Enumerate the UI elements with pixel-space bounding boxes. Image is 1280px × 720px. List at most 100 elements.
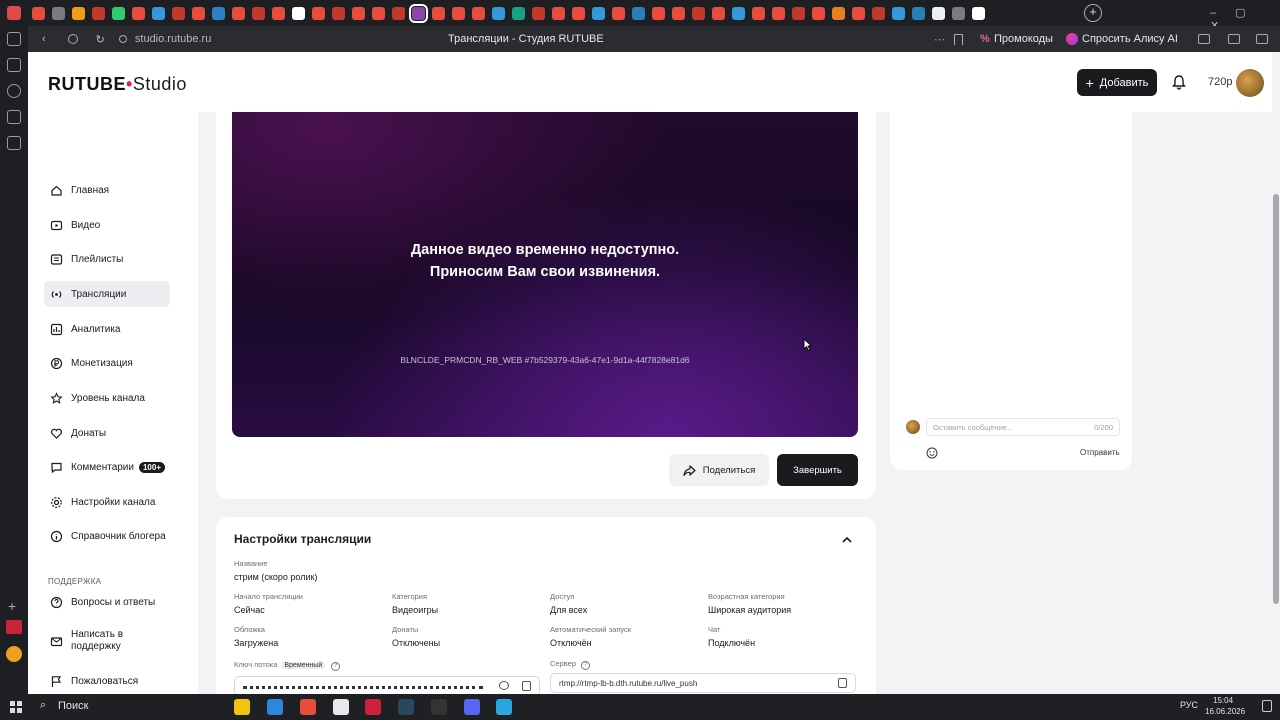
browser-tab-favicon[interactable] bbox=[951, 6, 965, 20]
browser-tab-favicon[interactable] bbox=[408, 3, 428, 23]
server-field[interactable]: rtmp://rtmp-lb-b.dth.rutube.ru/live_push bbox=[550, 673, 856, 693]
telegram-icon[interactable] bbox=[496, 699, 512, 715]
extensions-icon[interactable] bbox=[1198, 34, 1210, 44]
notifications-icon[interactable] bbox=[1262, 700, 1272, 712]
more-icon[interactable]: ⋯ bbox=[934, 33, 945, 46]
sidebar-item-2[interactable]: Видео bbox=[44, 212, 170, 238]
file-explorer-icon[interactable] bbox=[234, 699, 250, 715]
browser-tab-favicon[interactable] bbox=[431, 6, 445, 20]
sidebar-item-11[interactable]: Справочник блогера bbox=[44, 523, 170, 549]
browser-tab-favicon[interactable] bbox=[551, 6, 565, 20]
sidebar-item-10[interactable]: Настройки канала bbox=[44, 489, 170, 515]
browser-tab-favicon[interactable] bbox=[611, 6, 625, 20]
rail-music-icon[interactable] bbox=[7, 84, 21, 98]
browser-tab-favicon[interactable] bbox=[311, 6, 325, 20]
browser-tab-favicon[interactable] bbox=[331, 6, 345, 20]
downloads-icon[interactable] bbox=[1256, 34, 1268, 44]
sidebar-item-9[interactable]: Комментарии 100+ bbox=[44, 454, 170, 480]
site-info-icon[interactable] bbox=[118, 35, 127, 43]
sidebar-item-4[interactable]: Трансляции bbox=[44, 281, 170, 307]
window-controls[interactable]: – ▢ ✕ bbox=[1210, 6, 1270, 32]
support-item-1[interactable]: Вопросы и ответы bbox=[44, 589, 170, 615]
browser-tab-favicon[interactable] bbox=[371, 6, 385, 20]
rail-home-icon[interactable] bbox=[7, 32, 21, 46]
sidebar-item-5[interactable]: Аналитика bbox=[44, 316, 170, 342]
help-icon[interactable]: ? bbox=[331, 662, 341, 671]
browser-tab-favicon[interactable] bbox=[911, 6, 925, 20]
browser-tab-favicon[interactable] bbox=[471, 6, 485, 20]
promo-button[interactable]: Промокоды bbox=[994, 33, 1053, 45]
rail-add-icon[interactable]: + bbox=[8, 598, 16, 614]
browser-tab-favicon[interactable] bbox=[211, 6, 225, 20]
browser-tab-favicon[interactable] bbox=[971, 6, 985, 20]
bell-icon[interactable] bbox=[1171, 74, 1187, 90]
app-icon[interactable] bbox=[365, 699, 381, 715]
browser-tab-favicon[interactable] bbox=[191, 6, 205, 20]
rail-bookmarks-icon[interactable] bbox=[7, 58, 21, 72]
browser-tab-favicon[interactable] bbox=[531, 6, 545, 20]
copy-icon[interactable] bbox=[522, 681, 531, 691]
finish-stream-button[interactable]: Завершить bbox=[777, 454, 858, 486]
scrollbar-thumb[interactable] bbox=[1273, 194, 1279, 604]
browser-tab-favicon[interactable] bbox=[651, 6, 665, 20]
browser-tab-favicon[interactable] bbox=[671, 6, 685, 20]
browser-tab-favicon[interactable] bbox=[851, 6, 865, 20]
help-icon[interactable]: ? bbox=[581, 661, 591, 670]
steam-icon[interactable] bbox=[398, 699, 414, 715]
browser-tab-favicon[interactable] bbox=[391, 6, 405, 20]
sidebar-item-7[interactable]: Уровень канала bbox=[44, 385, 170, 411]
reload-icon[interactable]: ↻ bbox=[96, 33, 105, 46]
url-text[interactable]: studio.rutube.ru bbox=[135, 33, 211, 45]
browser-tab-favicon[interactable] bbox=[891, 6, 905, 20]
support-item-2[interactable]: Написать в поддержку bbox=[44, 624, 170, 658]
browser-tab-favicon[interactable] bbox=[871, 6, 885, 20]
browser-tab-favicon[interactable] bbox=[591, 6, 605, 20]
browser-tab-favicon[interactable] bbox=[631, 6, 645, 20]
clock-date[interactable]: 16.06.2026 bbox=[1205, 707, 1245, 716]
browser-tab-favicon[interactable] bbox=[831, 6, 845, 20]
browser-tab-favicon[interactable] bbox=[51, 6, 65, 20]
rail-gmail-icon[interactable] bbox=[6, 620, 22, 634]
obs-icon[interactable] bbox=[431, 699, 447, 715]
language-indicator[interactable]: РУС bbox=[1180, 700, 1198, 710]
rail-notes-icon[interactable] bbox=[7, 136, 21, 150]
browser-tab-favicon[interactable] bbox=[31, 6, 45, 20]
discord-icon[interactable] bbox=[464, 699, 480, 715]
browser-tab-favicon[interactable] bbox=[131, 6, 145, 20]
rail-app-icon[interactable] bbox=[6, 646, 22, 662]
browser-tab-favicon[interactable] bbox=[231, 6, 245, 20]
browser-tab-favicon[interactable] bbox=[731, 6, 745, 20]
bookmark-icon[interactable] bbox=[954, 33, 963, 45]
quality-indicator[interactable]: 720p bbox=[1208, 76, 1232, 88]
video-player[interactable]: Данное видео временно недоступно. Принос… bbox=[232, 112, 858, 437]
browser-tab-favicon[interactable] bbox=[811, 6, 825, 20]
chat-message-input[interactable]: Оставить сообщение... 0/200 bbox=[926, 418, 1120, 436]
windows-start-icon[interactable] bbox=[10, 701, 22, 713]
chevron-up-icon[interactable] bbox=[840, 533, 854, 547]
browser-tab-favicon[interactable] bbox=[151, 6, 165, 20]
browser-tab-favicon[interactable] bbox=[771, 6, 785, 20]
share-button[interactable]: Поделиться bbox=[669, 454, 769, 486]
browser-tab-favicon[interactable] bbox=[511, 6, 525, 20]
show-key-icon[interactable] bbox=[499, 681, 509, 690]
avatar[interactable] bbox=[1236, 69, 1264, 97]
browser-tab-favicon[interactable] bbox=[91, 6, 105, 20]
browser-tab-favicon[interactable] bbox=[171, 6, 185, 20]
browser-tab-favicon[interactable] bbox=[751, 6, 765, 20]
browser-menu-icon[interactable] bbox=[7, 6, 21, 20]
sidebar-item-1[interactable]: Главная bbox=[44, 177, 170, 203]
browser-tab-favicon[interactable] bbox=[451, 6, 465, 20]
browser-tab-favicon[interactable] bbox=[251, 6, 265, 20]
sidebar-item-3[interactable]: Плейлисты bbox=[44, 246, 170, 272]
yandex-icon[interactable] bbox=[300, 699, 316, 715]
rail-mail-icon[interactable] bbox=[7, 110, 21, 124]
sidebar-item-8[interactable]: Донаты bbox=[44, 420, 170, 446]
edge-icon[interactable] bbox=[267, 699, 283, 715]
protect-icon[interactable] bbox=[67, 34, 78, 44]
taskbar-search[interactable]: Поиск bbox=[58, 700, 88, 712]
send-button[interactable]: Отправить bbox=[1080, 448, 1120, 457]
new-tab-icon[interactable]: + bbox=[1084, 4, 1102, 22]
browser-tab-favicon[interactable] bbox=[691, 6, 705, 20]
browser-tab-favicon[interactable] bbox=[711, 6, 725, 20]
support-item-3[interactable]: Пожаловаться bbox=[44, 668, 170, 694]
